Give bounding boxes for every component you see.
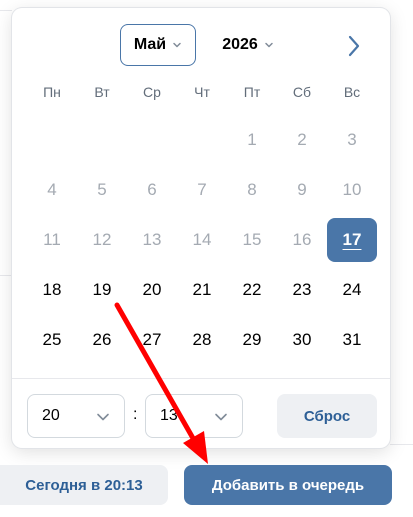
reset-button[interactable]: Сброс xyxy=(277,394,377,438)
day-cell-disabled: 11 xyxy=(43,230,61,249)
chevron-down-icon xyxy=(97,413,109,421)
add-to-queue-button[interactable]: Добавить в очередь xyxy=(184,465,392,505)
day-cell-disabled: 9 xyxy=(297,180,307,199)
day-cell[interactable]: 29 xyxy=(227,315,277,365)
day-cell[interactable]: 25 xyxy=(27,315,77,365)
day-cell-disabled: 7 xyxy=(197,180,207,199)
day-cell[interactable]: 27 xyxy=(127,315,177,365)
day-cell[interactable]: 24 xyxy=(327,265,377,315)
day-cell[interactable]: 28 xyxy=(177,315,227,365)
time-separator: : xyxy=(133,406,138,423)
background-divider xyxy=(0,275,12,276)
chevron-down-icon xyxy=(265,42,273,48)
hour-select[interactable]: 20 xyxy=(27,394,125,438)
day-cell[interactable]: 31 xyxy=(327,315,377,365)
day-cell[interactable]: 18 xyxy=(27,265,77,315)
day-cell[interactable]: 23 xyxy=(277,265,327,315)
day-cell-disabled: 14 xyxy=(192,230,212,249)
day-cell-disabled: 13 xyxy=(142,230,162,249)
hour-value: 20 xyxy=(42,407,60,424)
day-cell-disabled: 12 xyxy=(92,230,112,249)
weekday-label: Пн xyxy=(43,84,61,100)
day-cell-disabled: 10 xyxy=(342,180,362,199)
day-cell-disabled: 4 xyxy=(47,180,57,199)
weekday-label: Вс xyxy=(343,84,361,100)
chevron-down-icon xyxy=(215,413,227,421)
datepicker-popup: Май 2026 Пн Вт Ср Чт Пт Сб Вс 1 2 3 4 5 6 7 8 9 10 11 12 1… xyxy=(12,8,390,448)
day-cell-disabled: 16 xyxy=(292,230,312,249)
today-button[interactable]: Сегодня в 20:13 xyxy=(0,465,168,505)
chevron-down-icon xyxy=(173,42,181,48)
minute-value: 13 xyxy=(160,407,178,424)
day-cell[interactable]: 19 xyxy=(77,265,127,315)
weekday-label: Ср xyxy=(143,84,161,100)
weekday-label: Пт xyxy=(243,84,261,100)
day-cell-disabled: 8 xyxy=(247,180,257,199)
month-select[interactable]: Май xyxy=(120,24,196,66)
next-month-button[interactable] xyxy=(342,32,366,60)
background-divider xyxy=(0,10,12,11)
minute-select[interactable]: 13 xyxy=(145,394,243,438)
weekday-label: Чт xyxy=(194,84,210,100)
weekday-label: Вт xyxy=(94,84,110,100)
day-cell[interactable]: 20 xyxy=(127,265,177,315)
day-cell-selected[interactable]: 17 xyxy=(327,215,377,265)
year-value: 2026 xyxy=(222,36,258,53)
day-cell[interactable]: 21 xyxy=(177,265,227,315)
day-cell-disabled: 5 xyxy=(97,180,107,199)
background-divider xyxy=(390,444,413,445)
calendar-grid: 1 2 3 4 5 6 7 8 9 10 11 12 13 14 15 16 17 18 19 20 21 22 23 24 2… xyxy=(27,115,377,375)
day-cell[interactable]: 30 xyxy=(277,315,327,365)
day-cell[interactable]: 22 xyxy=(227,265,277,315)
year-select[interactable]: 2026 xyxy=(212,24,284,66)
day-number: 17 xyxy=(327,218,377,262)
day-cell-disabled: 1 xyxy=(247,130,257,149)
weekday-label: Сб xyxy=(292,84,312,100)
day-cell-disabled: 3 xyxy=(347,130,357,149)
day-cell-disabled: 6 xyxy=(147,180,157,199)
day-cell[interactable]: 26 xyxy=(77,315,127,365)
weekday-header: Пн Вт Ср Чт Пт Сб Вс xyxy=(27,84,377,104)
day-cell-disabled: 2 xyxy=(297,130,307,149)
month-value: Май xyxy=(133,36,167,53)
chevron-right-icon xyxy=(348,35,360,57)
divider xyxy=(12,378,390,379)
day-cell-disabled: 15 xyxy=(242,230,262,249)
